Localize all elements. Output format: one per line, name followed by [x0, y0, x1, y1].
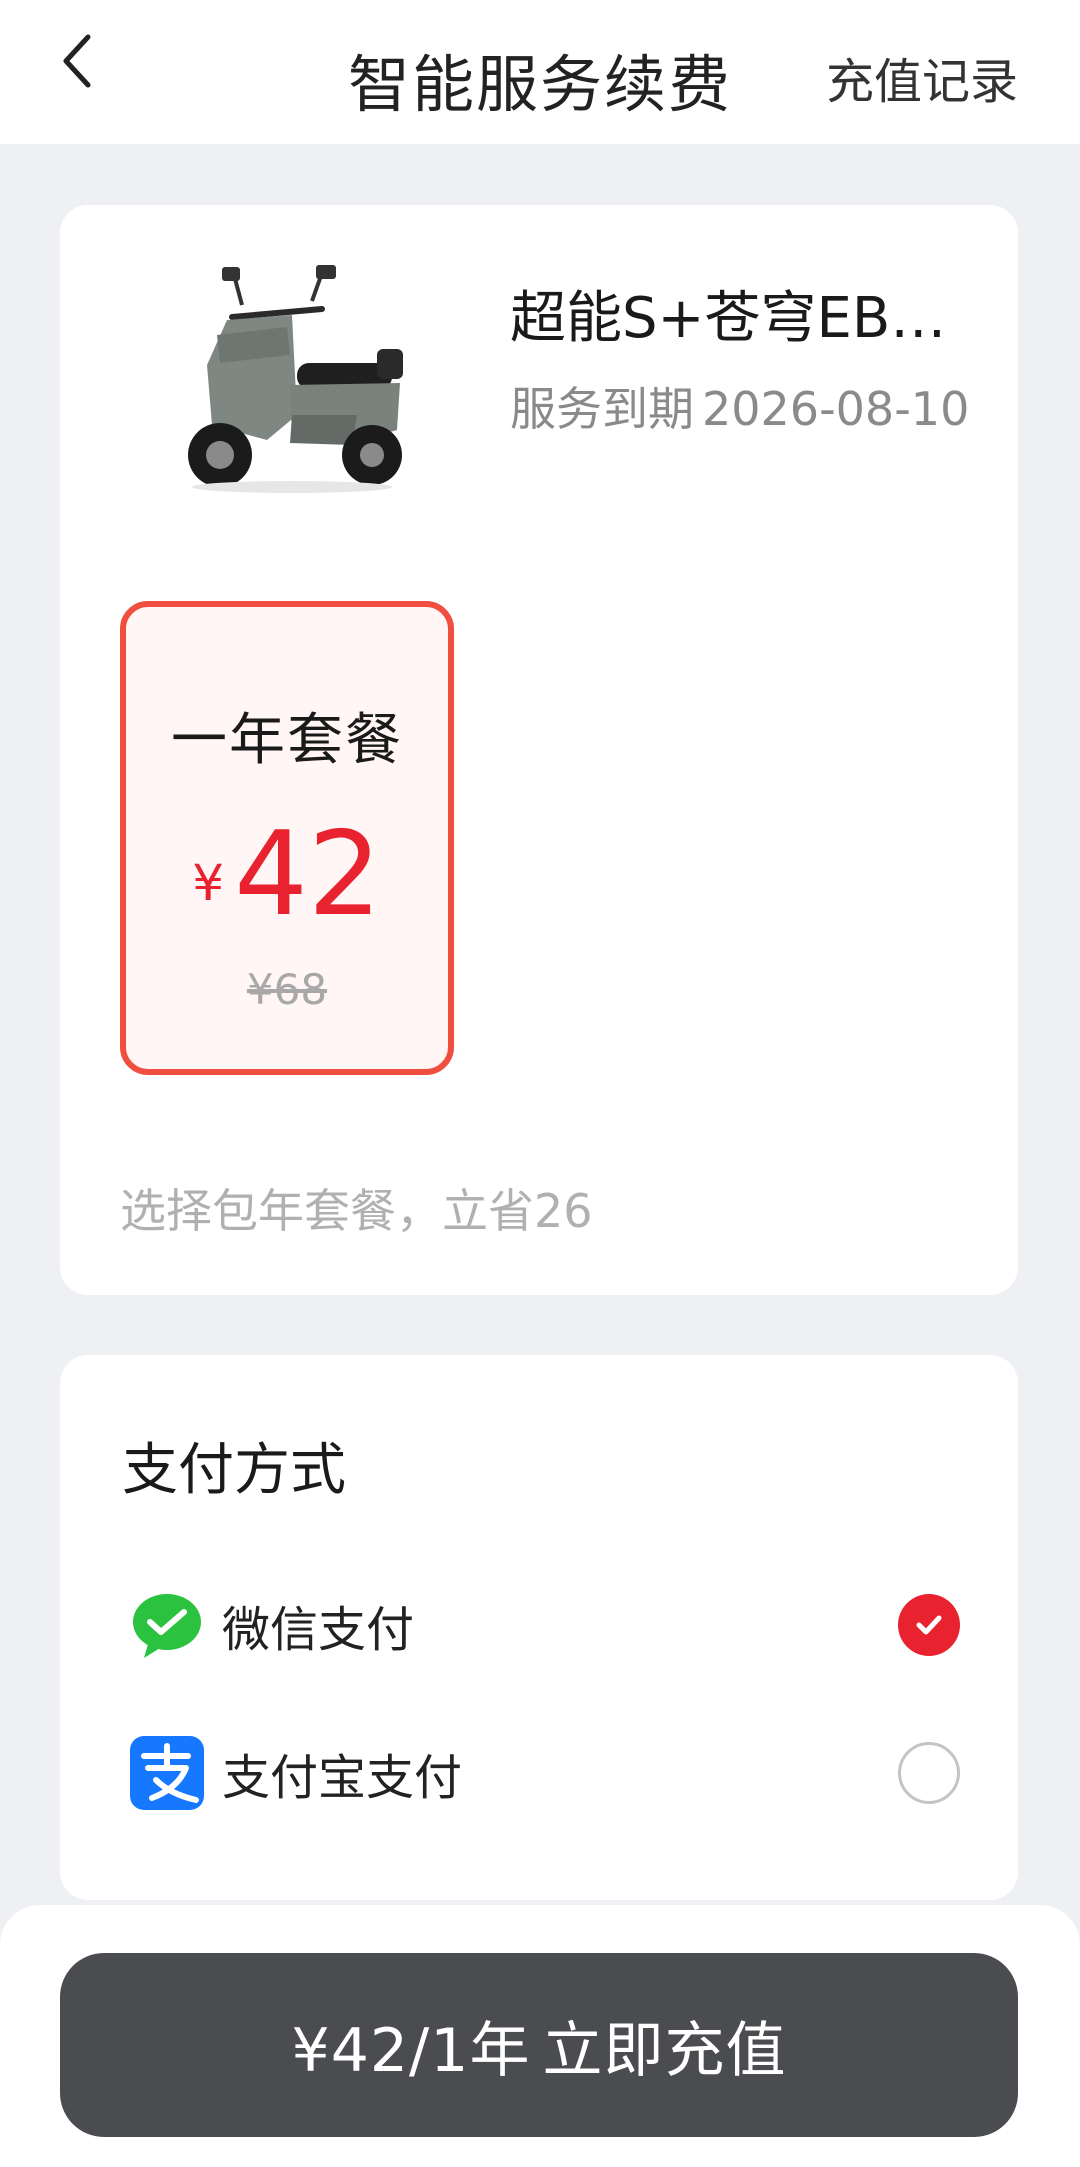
service-expiry: 服务到期 2026-08-10 — [510, 373, 969, 439]
check-icon — [916, 1615, 942, 1635]
wechat-pay-icon — [133, 1594, 201, 1658]
renewal-page: 智能服务续费 充值记录 超能S+苍穹EB… 服务到期 2026-08-10 一年… — [0, 0, 1080, 2167]
vehicle-plan-card: 超能S+苍穹EB… 服务到期 2026-08-10 一年套餐 ¥42 ¥68 选择… — [60, 205, 1018, 1295]
original-price: ¥68 — [246, 965, 328, 1014]
payment-title: 支付方式 — [122, 1438, 346, 1503]
plan-name: 一年套餐 — [171, 708, 403, 773]
recharge-history-link[interactable]: 充值记录 — [826, 42, 1018, 112]
payment-method-card: 支付方式 微信支付 支付宝支付 — [60, 1355, 1018, 1900]
payment-label-alipay: 支付宝支付 — [222, 1750, 463, 1806]
payment-option-alipay[interactable]: 支付宝支付 — [130, 1725, 960, 1821]
plan-price: ¥42 — [126, 807, 448, 942]
bottom-action-bar: ¥42/1年 立即充值 — [0, 1905, 1080, 2167]
submit-price-text: ¥42/1年 — [291, 2015, 531, 2086]
expiry-date: 2026-08-10 — [702, 382, 970, 436]
price-amount: 42 — [234, 807, 382, 942]
savings-tip: 选择包年套餐，立省26 — [120, 1184, 593, 1238]
alipay-icon — [130, 1736, 204, 1810]
submit-action-text: 立即充值 — [542, 2015, 787, 2086]
plan-option-one-year[interactable]: 一年套餐 ¥42 ¥68 — [120, 601, 454, 1075]
currency-symbol: ¥ — [192, 854, 225, 912]
expiry-label: 服务到期 — [510, 382, 694, 436]
payment-option-wechat[interactable]: 微信支付 — [130, 1577, 960, 1673]
recharge-now-button[interactable]: ¥42/1年 立即充值 — [60, 1953, 1018, 2137]
radio-checked-wechat[interactable] — [898, 1594, 960, 1656]
vehicle-name: 超能S+苍穹EB… — [510, 286, 947, 351]
scooter-image — [188, 265, 403, 493]
radio-unchecked-alipay[interactable] — [898, 1742, 960, 1804]
top-nav-bar: 智能服务续费 充值记录 — [0, 0, 1080, 144]
payment-label-wechat: 微信支付 — [222, 1602, 415, 1658]
